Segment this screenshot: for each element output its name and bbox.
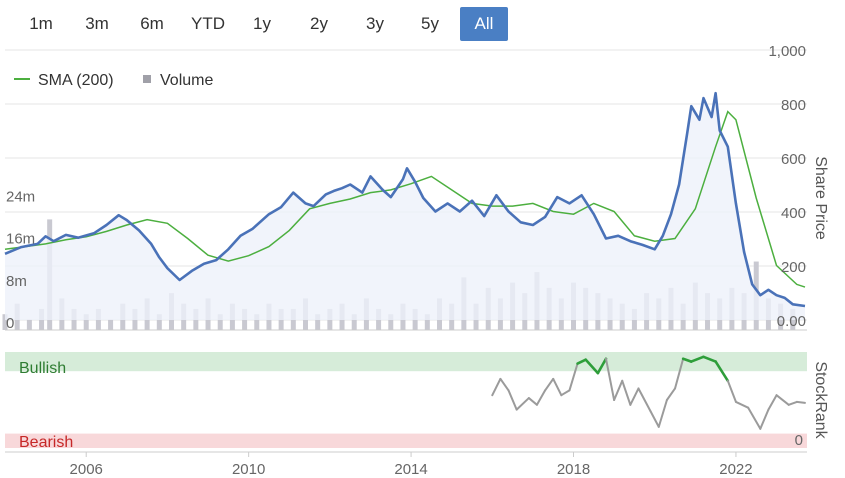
volume-tick-label: 16m	[6, 231, 35, 248]
stockrank-segment	[759, 408, 770, 430]
stockrank-segment	[734, 400, 750, 409]
stockrank-segment	[621, 379, 632, 406]
stockrank-axis-title: StockRank	[812, 361, 829, 439]
chart-legend: SMA (200) Volume	[14, 72, 213, 89]
price-tick-label: 800	[781, 97, 806, 114]
bullish-band	[5, 352, 807, 372]
stockrank-segment	[552, 377, 563, 397]
stock-chart: 0.00 200 400 600 800 1,000 0 8m 16m 24m Share Pric…	[2, 43, 829, 478]
stockrank-segment	[527, 397, 538, 406]
price-tick-label: 400	[781, 205, 806, 222]
bearish-label: Bearish	[19, 434, 73, 451]
stockrank-segment	[637, 387, 652, 413]
volume-legend-label: Volume	[160, 72, 213, 89]
stockrank-segment	[544, 377, 555, 392]
stockrank-segment	[499, 377, 510, 392]
stockrank-segment	[491, 377, 502, 397]
sma-legend-label: SMA (200)	[38, 72, 114, 89]
price-tick-label: 1,000	[768, 43, 806, 60]
volume-bar	[108, 319, 114, 330]
volume-bar	[26, 319, 32, 330]
stockrank-segment	[613, 379, 624, 401]
price-tick-label: 200	[781, 259, 806, 276]
price-series	[4, 91, 806, 320]
stockrank-segment	[535, 389, 547, 406]
stockrank-tick-label: 0	[795, 432, 803, 449]
stockrank-segment	[726, 379, 737, 403]
price-area	[5, 93, 805, 320]
stockrank-segment	[507, 389, 518, 411]
x-tick-label: 2014	[394, 461, 427, 478]
volume-tick-label: 24m	[6, 189, 35, 206]
bearish-band	[5, 433, 807, 448]
stockrank-segment	[747, 406, 762, 430]
stockrank-segment	[515, 397, 530, 411]
stockrank-segment	[795, 400, 806, 404]
stockrank-panel: Bullish Bearish 0 StockRank	[5, 352, 829, 451]
x-tick-label: 2018	[557, 461, 590, 478]
stockrank-segment	[560, 389, 571, 397]
stockrank-segment	[775, 394, 790, 406]
volume-legend-swatch	[143, 75, 151, 83]
x-tick-label: 2010	[232, 461, 265, 478]
stockrank-segment	[629, 387, 640, 406]
price-tick-label: 600	[781, 151, 806, 168]
stockrank-segment	[665, 387, 677, 401]
price-tick-label: 0.00	[777, 313, 806, 330]
bullish-label: Bullish	[19, 360, 66, 377]
stockrank-segment	[657, 399, 668, 428]
stockrank-segment	[649, 410, 660, 428]
stockrank-segment	[787, 400, 798, 406]
volume-tick-label: 8m	[6, 273, 27, 290]
x-tick-label: 2006	[70, 461, 103, 478]
price-axis-title: Share Price	[812, 156, 829, 240]
x-tick-label: 2022	[719, 461, 752, 478]
volume-tick-label: 0	[6, 315, 14, 332]
stockrank-segment	[767, 394, 778, 411]
